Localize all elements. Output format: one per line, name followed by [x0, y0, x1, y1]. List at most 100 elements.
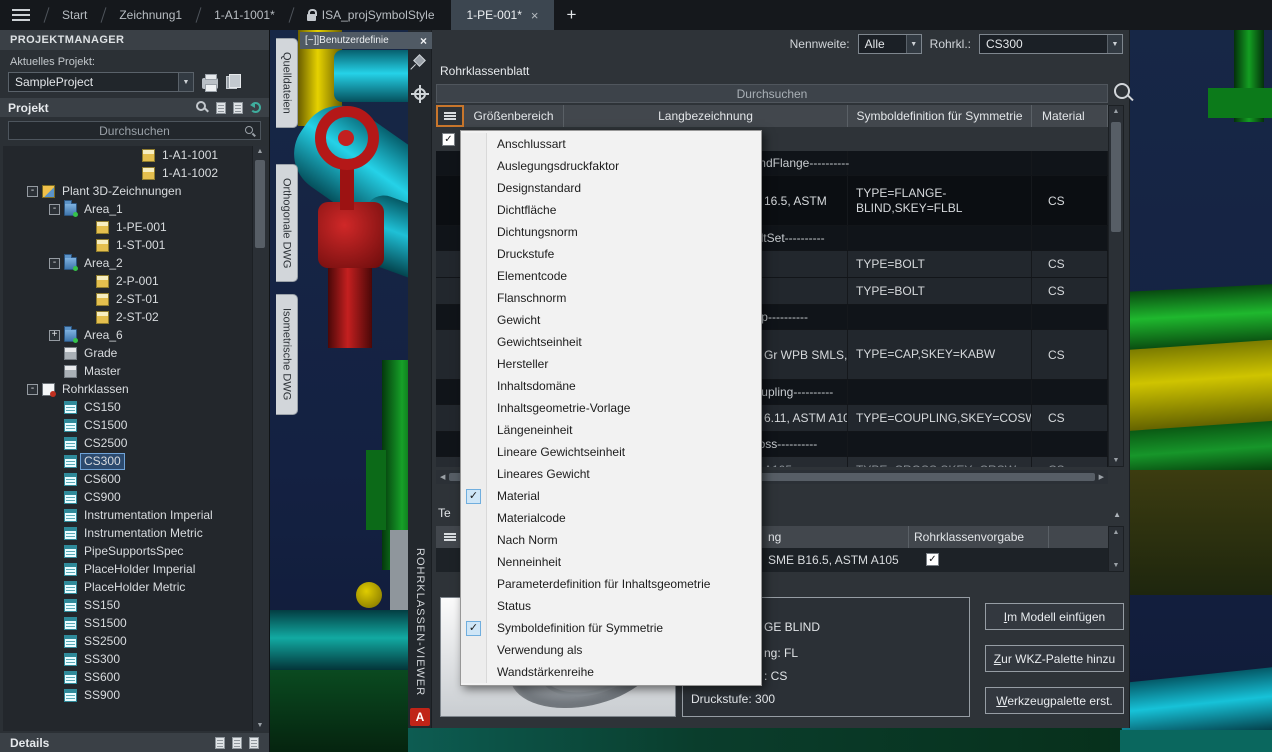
search-plus-icon[interactable]: [196, 101, 209, 114]
drawing-tab[interactable]: Zeichnung1: [103, 0, 198, 30]
scroll-down-icon[interactable]: [253, 722, 267, 729]
report-icon-2[interactable]: [232, 736, 242, 749]
column-menu-button[interactable]: [436, 105, 464, 127]
print-icon[interactable]: [202, 74, 218, 92]
docked-palette-tab[interactable]: Quelldateien: [276, 38, 298, 128]
usage-scrollbar[interactable]: [1108, 526, 1124, 572]
menu-item[interactable]: Längeneinheit: [461, 419, 761, 441]
tree-item[interactable]: PlaceHolder Metric: [3, 578, 267, 596]
tree-item[interactable]: SS2500: [3, 632, 267, 650]
tree-item[interactable]: 2-ST-02: [3, 308, 267, 326]
menu-item[interactable]: Status: [461, 595, 761, 617]
menu-item[interactable]: Lineares Gewicht: [461, 463, 761, 485]
tree-item[interactable]: CS900: [3, 488, 267, 506]
palette-title-strip[interactable]: ROHRKLASSEN-VIEWER A: [408, 30, 432, 728]
menu-item[interactable]: Designstandard: [461, 177, 761, 199]
drawing-tab[interactable]: 1-A1-1001*: [198, 0, 291, 30]
menu-item[interactable]: Verwendung als: [461, 639, 761, 661]
tree-item[interactable]: Instrumentation Imperial: [3, 506, 267, 524]
menu-item[interactable]: Gewicht: [461, 309, 761, 331]
tree-item[interactable]: CS150: [3, 398, 267, 416]
menu-item[interactable]: Symboldefinition für Symmetrie: [461, 617, 761, 639]
tree-item[interactable]: 1-A1-1001: [3, 146, 267, 164]
tree-item[interactable]: Instrumentation Metric: [3, 524, 267, 542]
menu-item[interactable]: Flanschnorm: [461, 287, 761, 309]
column-header[interactable]: Symboldefinition für Symmetrie: [848, 105, 1032, 127]
chevron-down-icon[interactable]: [1107, 35, 1122, 53]
tree-item[interactable]: Rohrklassen: [3, 380, 267, 398]
column-header[interactable]: Material: [1032, 105, 1108, 127]
tree-item[interactable]: Area_1: [3, 199, 267, 218]
menu-item[interactable]: Materialcode: [461, 507, 761, 529]
search-icon[interactable]: [1112, 81, 1134, 105]
tree-expander-icon[interactable]: [27, 185, 38, 197]
menu-item[interactable]: Gewichtseinheit: [461, 331, 761, 353]
tree-expander-icon[interactable]: [49, 329, 60, 341]
menu-item[interactable]: Lineare Gewichtseinheit: [461, 441, 761, 463]
menu-item[interactable]: Parameterdefinition für Inhaltsgeometrie: [461, 573, 761, 595]
chevron-down-icon[interactable]: [178, 73, 193, 91]
drawing-tab[interactable]: Start: [46, 0, 103, 30]
drawing-tab[interactable]: ISA_projSymbolStyle: [291, 0, 451, 30]
tree-item[interactable]: SS300: [3, 650, 267, 668]
menu-item[interactable]: Inhaltsdomäne: [461, 375, 761, 397]
scroll-thumb[interactable]: [1111, 122, 1121, 232]
tree-item[interactable]: SS150: [3, 596, 267, 614]
tool-palette-titlebar[interactable]: [−]]Benutzerdefinie: [300, 32, 432, 49]
scroll-right-icon[interactable]: [1099, 473, 1104, 481]
tree-item[interactable]: PipeSupportsSpec: [3, 542, 267, 560]
app-menu-hamburger-icon[interactable]: [12, 9, 30, 21]
new-drawing-icon[interactable]: [216, 101, 226, 114]
docked-palette-tab[interactable]: Orthogonale DWG: [276, 163, 298, 283]
collapse-panel-icon[interactable]: [1113, 506, 1121, 520]
spec-default-checkbox[interactable]: [926, 553, 939, 566]
tree-item[interactable]: CS1500: [3, 416, 267, 434]
project-select[interactable]: SampleProject: [8, 72, 194, 92]
copy-icon[interactable]: [226, 73, 241, 89]
tree-item[interactable]: 2-P-001: [3, 272, 267, 290]
tree-item[interactable]: SS900: [3, 686, 267, 704]
tree-item[interactable]: 1-PE-001: [3, 218, 267, 236]
attach-drawing-icon[interactable]: [233, 101, 243, 114]
tree-expander-icon[interactable]: [49, 257, 60, 269]
menu-item[interactable]: Dichtfläche: [461, 199, 761, 221]
tree-item[interactable]: Grade: [3, 344, 267, 362]
tree-item[interactable]: 1-A1-1002: [3, 164, 267, 182]
docked-palette-tab[interactable]: Isometrische DWG: [276, 294, 298, 415]
gear-icon[interactable]: [411, 85, 429, 103]
project-search-input[interactable]: Durchsuchen: [8, 121, 261, 140]
menu-item[interactable]: Auslegungsdruckfaktor: [461, 155, 761, 177]
action-button[interactable]: Zur WKZ-Palette hinzu: [985, 645, 1124, 672]
menu-item[interactable]: Elementcode: [461, 265, 761, 287]
chevron-down-icon[interactable]: [905, 35, 921, 53]
scroll-up-icon[interactable]: [1109, 529, 1123, 536]
scroll-up-icon[interactable]: [1109, 108, 1123, 115]
scroll-down-icon[interactable]: [1109, 562, 1123, 569]
menu-item[interactable]: Anschlussart: [461, 133, 761, 155]
usage-header-default[interactable]: Rohrklassenvorgabe: [914, 530, 1024, 544]
menu-item[interactable]: Inhaltsgeometrie-Vorlage: [461, 397, 761, 419]
spec-search-input[interactable]: Durchsuchen: [436, 84, 1108, 103]
menu-item[interactable]: Dichtungsnorm: [461, 221, 761, 243]
nominal-size-select[interactable]: Alle: [857, 34, 922, 54]
scroll-down-icon[interactable]: [1109, 457, 1123, 464]
refresh-icon[interactable]: [250, 102, 261, 113]
action-button[interactable]: Werkzeugpalette erst.: [985, 687, 1124, 714]
menu-item[interactable]: Druckstufe: [461, 243, 761, 265]
table-vertical-scrollbar[interactable]: [1108, 105, 1124, 467]
tree-item[interactable]: 2-ST-01: [3, 290, 267, 308]
tree-item[interactable]: Master: [3, 362, 267, 380]
report-icon-1[interactable]: [215, 736, 225, 749]
close-icon[interactable]: [420, 34, 427, 48]
details-bar[interactable]: Details: [0, 733, 269, 752]
column-header[interactable]: Größenbereich: [464, 105, 564, 127]
tree-item[interactable]: SS1500: [3, 614, 267, 632]
autohide-pin-icon[interactable]: [413, 54, 426, 67]
scroll-left-icon[interactable]: [440, 473, 445, 481]
tree-item[interactable]: Area_6: [3, 325, 267, 344]
tree-scrollbar[interactable]: [252, 146, 267, 731]
menu-item[interactable]: Nach Norm: [461, 529, 761, 551]
tree-item[interactable]: Area_2: [3, 253, 267, 272]
tree-expander-icon[interactable]: [49, 203, 60, 215]
close-tab-icon[interactable]: [531, 8, 539, 23]
